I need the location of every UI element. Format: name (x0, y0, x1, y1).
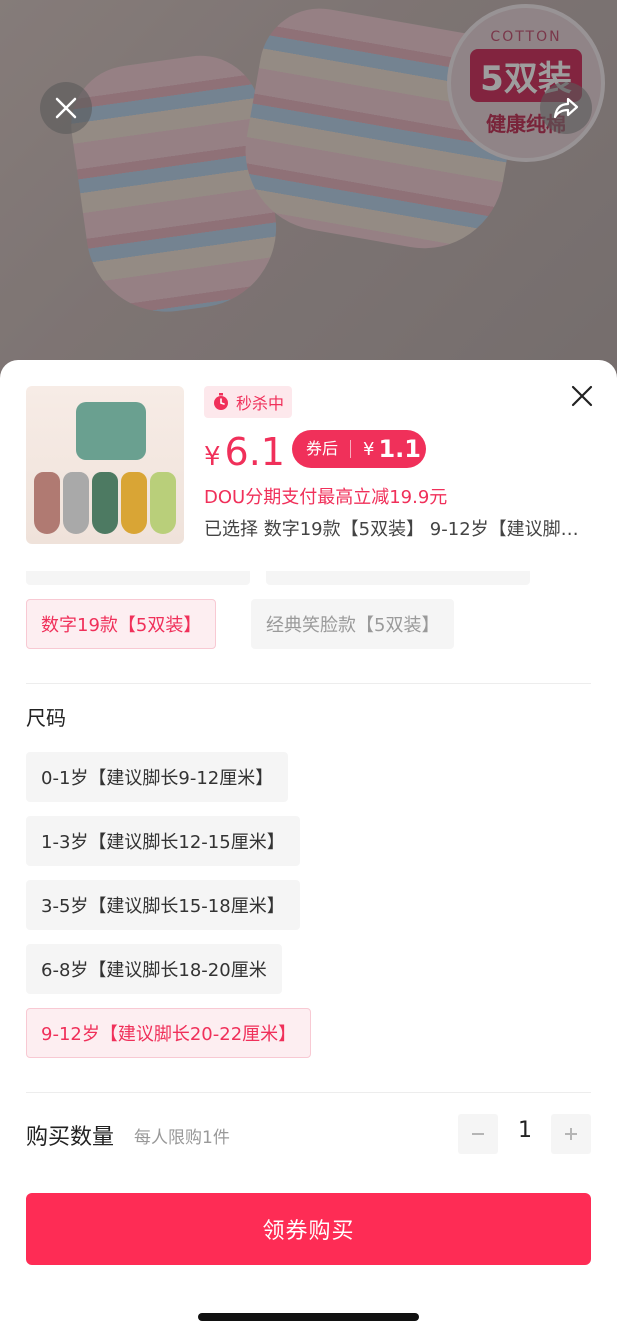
thumb-sock-1 (34, 472, 60, 534)
style-option[interactable]: 经典笑脸款【5双装】 (251, 599, 455, 649)
minus-icon (472, 1133, 484, 1135)
share-icon (553, 97, 579, 119)
share-button[interactable] (540, 82, 592, 134)
price-value: 6.1 (224, 430, 285, 474)
price-currency: ¥ (204, 442, 221, 472)
buy-button-label: 领券购买 (262, 1219, 355, 1244)
style-option[interactable]: 数字19款【5双装】 (26, 599, 217, 649)
size-option[interactable]: 6-8岁【建议脚长18-20厘米 (26, 944, 282, 994)
coupon-label: 券后 (292, 440, 352, 458)
quantity-value[interactable]: 1 (500, 1118, 550, 1143)
size-option[interactable]: 9-12岁【建议脚长20-22厘米】 (26, 1008, 312, 1058)
thumb-sock-5 (150, 472, 176, 534)
quantity-limit-note: 每人限购1件 (134, 1128, 230, 1148)
coupon-price-badge: 券后 ¥ 1.1 (292, 430, 426, 468)
stopwatch-icon (214, 393, 228, 410)
dim-overlay (0, 0, 617, 380)
thumb-sock-2 (63, 472, 89, 534)
size-option-label: 3-5岁【建议脚长15-18厘米】 (41, 896, 285, 917)
scrolled-option-edge (266, 571, 530, 585)
home-indicator[interactable] (198, 1313, 419, 1321)
size-option[interactable]: 0-1岁【建议脚长9-12厘米】 (26, 752, 289, 802)
size-option[interactable]: 3-5岁【建议脚长15-18厘米】 (26, 880, 300, 930)
sku-selection-sheet: 秒杀中 ¥ 6.1 券后 ¥ 1.1 DOU分期支付最高立减19.9元 已选择 … (0, 360, 617, 1334)
quantity-decrement-button[interactable] (458, 1114, 498, 1154)
thumb-sock-3 (92, 472, 118, 534)
style-option-label: 经典笑脸款【5双装】 (266, 615, 440, 636)
coupon-value: 1.1 (378, 435, 421, 463)
divider (26, 683, 591, 684)
flash-sale-tag: 秒杀中 (204, 386, 293, 418)
product-photo-background: COTTON 5双装 健康纯棉 (0, 0, 617, 380)
selected-summary: 已选择 数字19款【5双装】 9-12岁【建议脚长20-22厘米】 (204, 519, 594, 540)
thumb-sock-green (76, 402, 146, 460)
size-option[interactable]: 1-3岁【建议脚长12-15厘米】 (26, 816, 300, 866)
close-button[interactable] (40, 82, 92, 134)
quantity-increment-button[interactable] (551, 1114, 591, 1154)
size-option-label: 9-12岁【建议脚长20-22厘米】 (41, 1024, 297, 1045)
size-option-label: 6-8岁【建议脚长18-20厘米 (41, 960, 267, 981)
style-option-label: 数字19款【5双装】 (41, 615, 202, 636)
thumb-sock-4 (121, 472, 147, 534)
size-option-label: 1-3岁【建议脚长12-15厘米】 (41, 832, 285, 853)
quantity-label: 购买数量 (26, 1125, 115, 1150)
plus-icon (565, 1128, 577, 1140)
size-section-title: 尺码 (26, 706, 66, 730)
price: ¥ 6.1 (204, 430, 285, 474)
scrolled-option-edge (26, 571, 250, 585)
flash-sale-label: 秒杀中 (236, 394, 285, 413)
coupon-currency: ¥ (363, 438, 375, 460)
sheet-close-icon[interactable] (568, 382, 596, 410)
close-icon (55, 97, 77, 119)
claim-coupon-buy-button[interactable]: 领券购买 (26, 1193, 591, 1265)
size-option-label: 0-1岁【建议脚长9-12厘米】 (41, 768, 274, 789)
product-thumbnail (26, 386, 184, 544)
installment-promo: DOU分期支付最高立减19.9元 (204, 487, 448, 508)
divider (26, 1092, 591, 1093)
